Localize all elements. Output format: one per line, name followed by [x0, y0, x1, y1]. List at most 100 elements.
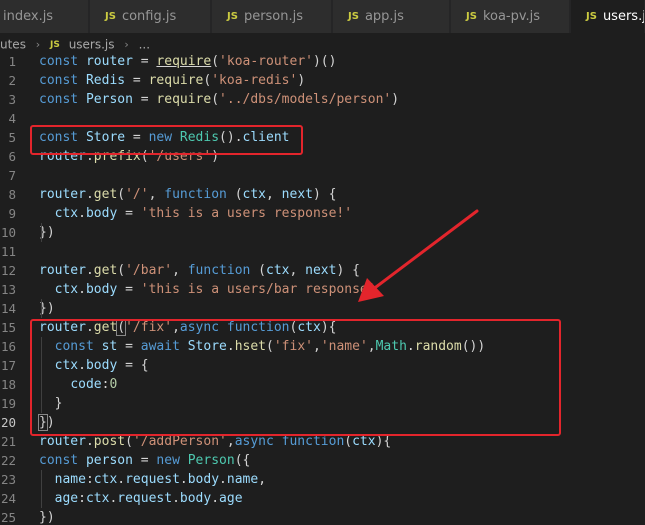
code-token: . — [179, 472, 188, 487]
code-line[interactable]: 13 ctx.body = 'this is a users/bar respo… — [0, 280, 645, 299]
code-line[interactable]: 16 const st = await Store.hset('fix','na… — [0, 337, 645, 356]
code-line[interactable]: 18 code:0 — [0, 375, 645, 394]
code-editor: index.js JS config.js JS person.js JS app.js JS… — [0, 0, 645, 525]
code-text: router.get('/', function (ctx, next) { — [39, 185, 336, 204]
code-token: : — [78, 491, 86, 506]
code-token: ctx — [297, 320, 321, 335]
code-text: ctx.body = 'this is a users/bar response… — [39, 280, 376, 299]
code-token: ( — [211, 92, 220, 107]
code-token: ( — [117, 263, 126, 278]
code-token: code — [70, 377, 102, 392]
code-line[interactable]: 6 router.prefix('/users') — [0, 147, 645, 166]
line-number: 23 — [0, 472, 16, 487]
line-number: 15 — [0, 320, 16, 335]
indent-guide — [41, 337, 42, 413]
code-line[interactable]: 10}) — [0, 223, 645, 242]
code-token: router — [39, 434, 86, 449]
code-line[interactable]: 25}) — [0, 508, 645, 525]
code-token: const — [39, 453, 79, 468]
line-number: 14 — [0, 301, 16, 316]
code-text: router.prefix('/users') — [39, 147, 219, 166]
breadcrumb-more[interactable]: ... — [139, 38, 150, 52]
code-line[interactable]: 21 router.post('/addPerson',async functio… — [0, 432, 645, 451]
code-line[interactable]: 19 } — [0, 394, 645, 413]
code-line[interactable]: 17 ctx.body = { — [0, 356, 645, 375]
js-file-icon: JS — [348, 11, 359, 22]
code-text: const Redis = require('koa-redis') — [39, 71, 305, 90]
code-line[interactable]: 7 — [0, 166, 645, 185]
code-token: 0 — [109, 377, 118, 392]
tab-label: person.js — [243, 9, 304, 24]
code-token: , — [312, 339, 321, 354]
code-text: router.get('/bar', function (ctx, next) … — [39, 261, 360, 280]
code-line[interactable]: 9 ctx.body = 'this is a users response!' — [0, 204, 645, 223]
code-token: ( — [117, 187, 126, 202]
line-number: 6 — [8, 149, 16, 164]
code-text: age:ctx.request.body.age — [39, 489, 243, 508]
code-token: await — [140, 339, 180, 354]
line-number: 4 — [8, 111, 16, 126]
code-area[interactable]: 1 const router = require('koa-router')() 2… — [0, 52, 645, 525]
code-text: router.get('/fix',async function(ctx){ — [39, 318, 336, 337]
code-token: ( — [266, 339, 274, 354]
code-line[interactable]: 20}) — [0, 413, 645, 432]
code-token: 'fix' — [273, 339, 313, 354]
code-line[interactable]: 8 router.get('/', function (ctx, next) { — [0, 185, 645, 204]
tab-users[interactable]: JS users.js — [571, 0, 645, 33]
code-line[interactable]: 11 — [0, 242, 645, 261]
code-token: Math — [375, 339, 407, 354]
tab-index[interactable]: index.js — [0, 0, 89, 33]
code-line[interactable]: 1 const router = require('koa-router')() — [0, 52, 645, 71]
code-token: '/' — [125, 187, 149, 202]
tab-koa-pv[interactable]: JS koa-pv.js — [451, 0, 570, 33]
code-token: new — [156, 453, 180, 468]
line-number: 11 — [0, 244, 16, 259]
breadcrumb-folder[interactable]: utes — [0, 38, 26, 52]
line-number: 1 — [8, 54, 16, 69]
code-line[interactable]: 12 router.get('/bar', function (ctx, next… — [0, 261, 645, 280]
code-line[interactable]: 15 router.get('/fix',async function(ctx){ — [0, 318, 645, 337]
tab-config[interactable]: JS config.js — [90, 0, 211, 33]
code-token: , — [289, 263, 306, 278]
code-token: router — [39, 149, 86, 164]
code-token: function — [281, 434, 345, 449]
code-token: . — [211, 491, 220, 506]
code-line[interactable]: 14}) — [0, 299, 645, 318]
code-line[interactable]: 4 — [0, 109, 645, 128]
code-token: . — [85, 149, 94, 164]
code-line[interactable]: 2 const Redis = require('koa-redis') — [0, 71, 645, 90]
code-line[interactable]: 5 const Store = new Redis().client — [0, 128, 645, 147]
code-line[interactable]: 3 const Person = require('../dbs/models/p… — [0, 90, 645, 109]
code-token: . — [85, 320, 94, 335]
breadcrumb-file[interactable]: users.js — [69, 38, 115, 52]
code-token: ctx — [54, 206, 79, 221]
tab-app[interactable]: JS app.js — [333, 0, 450, 33]
code-token: 'koa-router' — [219, 54, 313, 69]
code-token: Redis — [85, 73, 126, 88]
js-file-icon: JS — [50, 39, 60, 50]
code-token: const — [54, 339, 94, 354]
code-token: ){ — [320, 320, 337, 335]
code-line[interactable]: 23 name:ctx.request.body.name, — [0, 470, 645, 489]
code-token: 'koa-redis' — [211, 73, 298, 88]
tab-label: koa-pv.js — [482, 9, 541, 24]
code-token: router — [39, 187, 86, 202]
code-token: . — [117, 472, 126, 487]
code-token: require — [148, 73, 204, 88]
code-token: , — [172, 320, 180, 335]
code-token: age — [219, 491, 243, 506]
tab-person[interactable]: JS person.js — [212, 0, 332, 33]
code-token: , — [172, 263, 188, 278]
code-token: ){ — [375, 434, 392, 449]
line-number: 25 — [0, 510, 16, 525]
code-line[interactable]: 24 age:ctx.request.body.age — [0, 489, 645, 508]
code-line[interactable]: 22 const person = new Person({ — [0, 451, 645, 470]
code-token: = — [117, 339, 141, 354]
code-token: require — [156, 54, 212, 69]
